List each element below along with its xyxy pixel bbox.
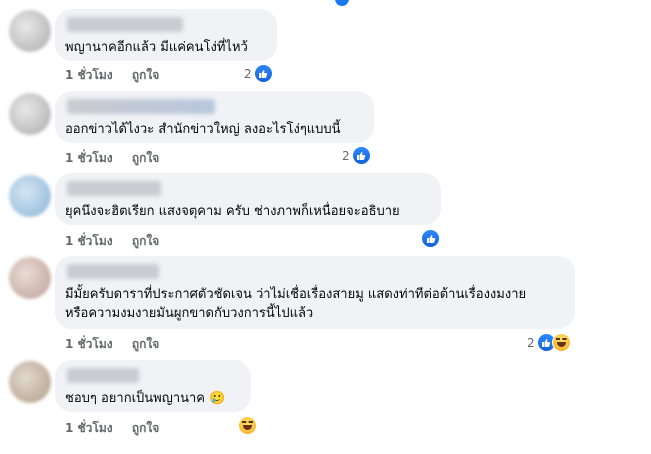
timestamp[interactable]: 1 ชั่วโมง — [65, 68, 113, 82]
comment-text: ออกข่าวได้ไงวะ สำนักข่าวใหญ่ ลงอะไรโง่ๆแ… — [65, 122, 341, 137]
reaction-summary[interactable] — [419, 229, 440, 248]
avatar[interactable] — [9, 175, 51, 217]
comment-bubble: มีมั้ยครับดาราที่ประกาศตัวชัดเจน ว่าไม่เ… — [55, 256, 575, 329]
timestamp[interactable]: 1 ชั่วโมง — [65, 234, 113, 248]
timestamp[interactable]: 1 ชั่วโมง — [65, 421, 113, 435]
comment-meta: 1 ชั่วโมง ถูกใจ — [65, 335, 174, 354]
like-icon — [253, 64, 273, 83]
like-button[interactable]: ถูกใจ — [132, 337, 159, 351]
haha-icon — [238, 416, 257, 435]
timestamp[interactable]: 1 ชั่วโมง — [65, 151, 113, 165]
commenter-name[interactable] — [67, 99, 215, 114]
reaction-summary[interactable]: 2 — [342, 146, 371, 165]
comment-meta: 1 ชั่วโมง ถูกใจ — [65, 149, 174, 168]
reaction-count: 2 — [342, 148, 350, 163]
comment-meta: 1 ชั่วโมง ถูกใจ — [65, 419, 174, 438]
comment-text: มีมั้ยครับดาราที่ประกาศตัวชัดเจน ว่าไม่เ… — [65, 287, 527, 302]
comment-meta: 1 ชั่วโมง ถูกใจ — [65, 232, 174, 251]
comment-text: พญานาคอีกแล้ว มีแค่คนโง่ที่ไหว้ — [65, 40, 248, 55]
reaction-summary[interactable] — [236, 416, 257, 435]
commenter-name[interactable] — [67, 368, 139, 383]
comment-bubble: ยุคนึงจะฮิตเรียก แสงจตุคาม ครับ ช่างภาพก… — [55, 173, 441, 225]
commenter-name[interactable] — [67, 264, 159, 279]
avatar[interactable] — [9, 10, 51, 52]
commenter-name[interactable] — [67, 181, 161, 196]
avatar[interactable] — [9, 361, 51, 403]
like-button[interactable]: ถูกใจ — [132, 234, 159, 248]
comment-bubble: พญานาคอีกแล้ว มีแค่คนโง่ที่ไหว้ — [55, 9, 277, 61]
comment-bubble: ชอบๆ อยากเป็นพญานาค 🥲 — [55, 360, 251, 412]
like-button[interactable]: ถูกใจ — [132, 68, 159, 82]
comment-meta: 1 ชั่วโมง ถูกใจ — [65, 66, 174, 85]
like-icon — [421, 229, 440, 248]
like-button[interactable]: ถูกใจ — [132, 151, 159, 165]
like-button[interactable]: ถูกใจ — [132, 421, 159, 435]
avatar[interactable] — [9, 257, 51, 299]
commenter-name[interactable] — [67, 17, 183, 32]
avatar[interactable] — [9, 93, 51, 135]
comment-bubble: ออกข่าวได้ไงวะ สำนักข่าวใหญ่ ลงอะไรโง่ๆแ… — [55, 91, 374, 143]
comment-text: ยุคนึงจะฮิตเรียก แสงจตุคาม ครับ ช่างภาพก… — [65, 204, 400, 219]
like-icon — [351, 146, 371, 165]
comment-text: ชอบๆ อยากเป็นพญานาค 🥲 — [65, 391, 226, 406]
reaction-summary[interactable]: 2 — [244, 64, 273, 83]
timestamp[interactable]: 1 ชั่วโมง — [65, 337, 113, 351]
comment-text: หรือความงมงายมันผูกขาดกับวงการนี้ไปแล้ว — [65, 306, 314, 321]
reaction-summary[interactable]: 2 — [527, 333, 571, 352]
reaction-count: 2 — [244, 66, 252, 81]
haha-icon — [551, 333, 571, 352]
reaction-count: 2 — [527, 335, 535, 350]
like-icon — [335, 0, 349, 6]
